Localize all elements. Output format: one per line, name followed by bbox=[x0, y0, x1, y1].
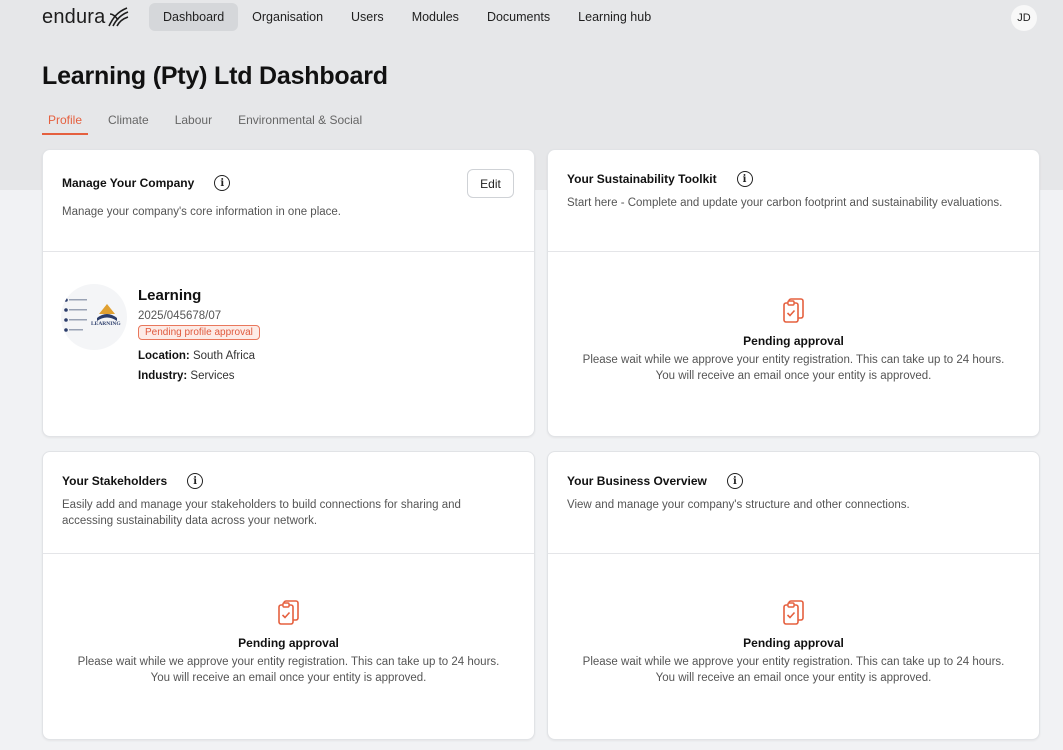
card-title: Manage Your Company bbox=[62, 176, 195, 190]
stakeholders-card: Your Stakeholders i Easily add and manag… bbox=[42, 451, 535, 740]
industry-label: Industry: bbox=[138, 370, 188, 382]
nav-modules[interactable]: Modules bbox=[398, 3, 473, 31]
info-icon[interactable]: i bbox=[726, 473, 743, 489]
logo-text: endura bbox=[42, 5, 106, 28]
info-icon[interactable]: i bbox=[736, 171, 753, 187]
card-description: View and manage your company's structure… bbox=[567, 499, 910, 511]
card-header: Your Business Overview i View and manage… bbox=[548, 452, 1039, 554]
pending-message-line-2: You will receive an email once your enti… bbox=[655, 672, 932, 684]
card-header: Manage Your Company i Manage your compan… bbox=[43, 150, 534, 252]
card-header: Your Stakeholders i Easily add and manag… bbox=[43, 452, 534, 554]
card-title: Your Stakeholders bbox=[62, 474, 168, 488]
main-nav: Dashboard Organisation Users Modules Doc… bbox=[149, 3, 665, 31]
pending-approval-state: Pending approval Please wait while we ap… bbox=[43, 598, 534, 686]
industry-value: Services bbox=[190, 370, 235, 382]
company-logo: LEARNING bbox=[61, 284, 127, 350]
nav-users[interactable]: Users bbox=[337, 3, 398, 31]
user-avatar[interactable]: JD bbox=[1011, 5, 1037, 31]
tab-profile[interactable]: Profile bbox=[42, 108, 89, 135]
company-name: Learning bbox=[138, 287, 202, 304]
nav-dashboard[interactable]: Dashboard bbox=[149, 3, 239, 31]
clipboard-check-icon bbox=[277, 600, 299, 625]
card-header: Your Sustainability Toolkit i Start here… bbox=[548, 150, 1039, 252]
manage-company-card: Manage Your Company i Manage your compan… bbox=[42, 149, 535, 437]
company-logo-text: LEARNING bbox=[91, 321, 121, 327]
endura-wave-icon bbox=[108, 7, 129, 27]
location-label: Location: bbox=[138, 350, 190, 362]
card-title: Your Sustainability Toolkit bbox=[567, 172, 717, 186]
pending-message-line-1: Please wait while we approve your entity… bbox=[582, 354, 1005, 366]
industry-row: Industry: Services bbox=[138, 370, 260, 382]
tab-climate[interactable]: Climate bbox=[102, 108, 155, 135]
pending-title: Pending approval bbox=[743, 334, 844, 348]
nav-documents[interactable]: Documents bbox=[473, 3, 564, 31]
nav-organisation[interactable]: Organisation bbox=[238, 3, 337, 31]
tab-environmental-social[interactable]: Environmental & Social bbox=[232, 108, 368, 135]
pending-title: Pending approval bbox=[238, 636, 339, 650]
nav-learning-hub[interactable]: Learning hub bbox=[564, 3, 665, 31]
page-title: Learning (Pty) Ltd Dashboard bbox=[42, 62, 388, 90]
card-description: Manage your company's core information i… bbox=[62, 206, 341, 218]
pending-approval-state: Pending approval Please wait while we ap… bbox=[548, 598, 1039, 686]
business-overview-card: Your Business Overview i View and manage… bbox=[547, 451, 1040, 740]
company-logo-image bbox=[64, 298, 117, 332]
sustainability-toolkit-card: Your Sustainability Toolkit i Start here… bbox=[547, 149, 1040, 437]
clipboard-check-icon bbox=[782, 298, 804, 323]
registration-number: 2025/045678/07 bbox=[138, 310, 222, 322]
location-row: Location: South Africa bbox=[138, 350, 260, 362]
pending-message-line-2: You will receive an email once your enti… bbox=[655, 370, 932, 382]
pending-approval-state: Pending approval Please wait while we ap… bbox=[548, 296, 1039, 384]
card-description: Easily add and manage your stakeholders … bbox=[62, 499, 461, 527]
card-description: Start here - Complete and update your ca… bbox=[567, 197, 1003, 209]
pending-message-line-1: Please wait while we approve your entity… bbox=[77, 656, 500, 668]
info-icon[interactable]: i bbox=[187, 473, 204, 489]
pending-message-line-2: You will receive an email once your enti… bbox=[150, 672, 427, 684]
status-badge: Pending profile approval bbox=[138, 325, 260, 340]
clipboard-check-icon bbox=[782, 600, 804, 625]
top-navigation: endura Dashboard Organisation Users Modu… bbox=[0, 0, 1063, 34]
location-value: South Africa bbox=[192, 350, 255, 362]
info-icon[interactable]: i bbox=[214, 175, 231, 191]
pending-message-line-1: Please wait while we approve your entity… bbox=[582, 656, 1005, 668]
pending-title: Pending approval bbox=[743, 636, 844, 650]
edit-button[interactable]: Edit bbox=[467, 169, 514, 198]
dashboard-tabs: Profile Climate Labour Environmental & S… bbox=[42, 108, 382, 135]
card-title: Your Business Overview bbox=[567, 474, 707, 488]
tab-labour[interactable]: Labour bbox=[169, 108, 218, 135]
endura-logo[interactable]: endura bbox=[42, 4, 129, 30]
company-info: Learning 2025/045678/07 Pending profile … bbox=[138, 287, 260, 382]
